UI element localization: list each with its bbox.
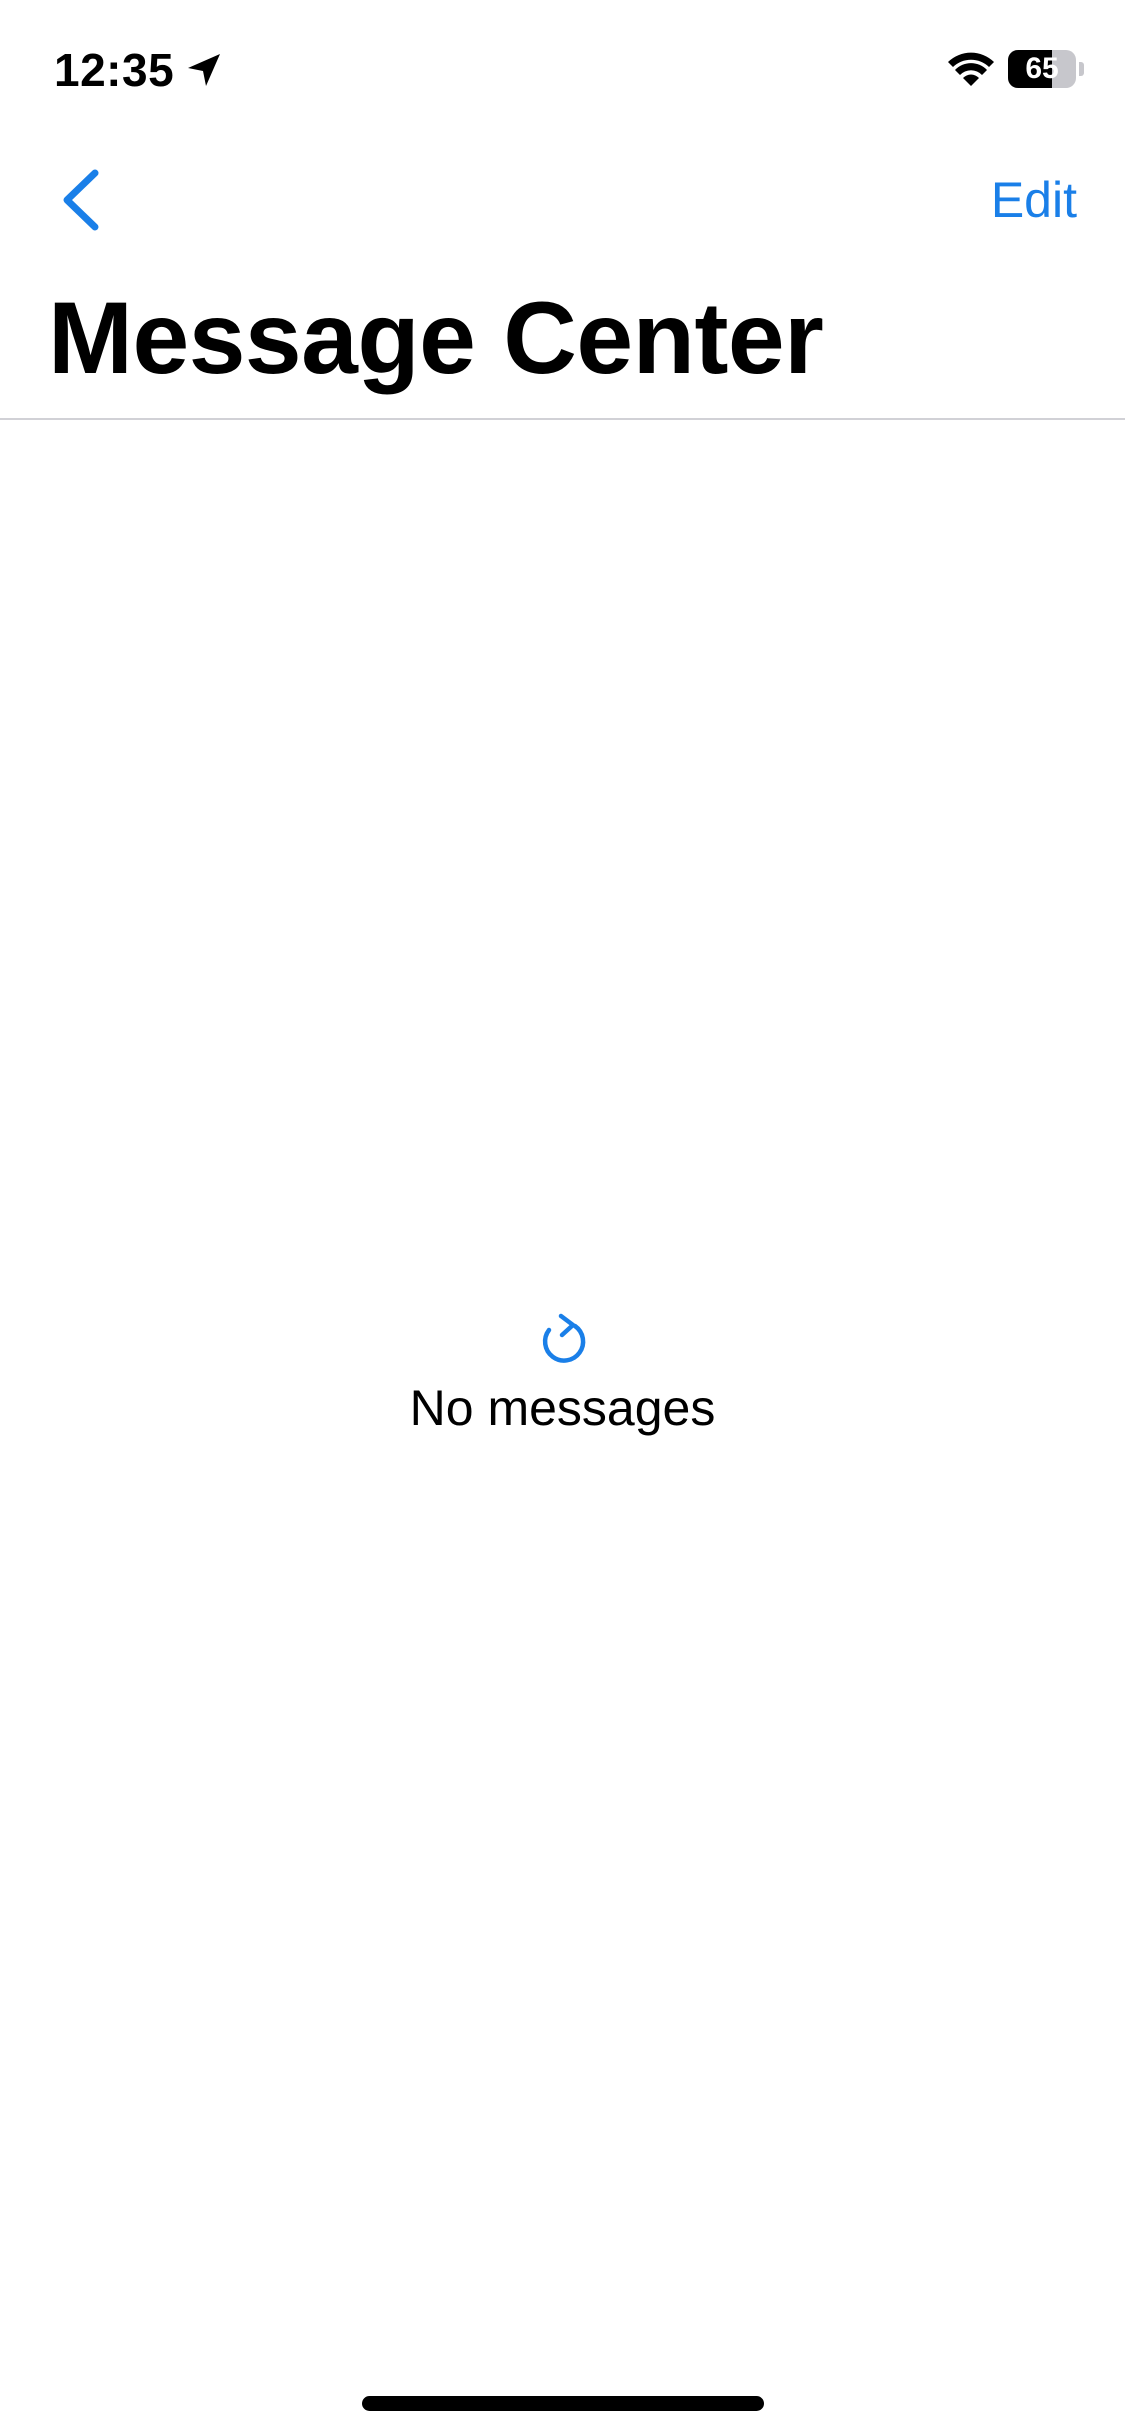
wifi-icon	[948, 52, 994, 86]
empty-state: No messages	[0, 1310, 1125, 1440]
battery-indicator: 65	[1008, 50, 1084, 88]
refresh-icon[interactable]	[535, 1310, 591, 1370]
chevron-left-icon	[63, 169, 99, 231]
screen: 12:35 65 Edit Message Center No messages	[0, 0, 1125, 2436]
battery-level: 65	[1025, 52, 1059, 85]
status-bar: 12:35 65	[0, 0, 1125, 140]
nav-bar: Edit	[0, 150, 1125, 250]
back-button[interactable]	[40, 160, 120, 240]
battery-body: 65	[1008, 50, 1076, 88]
page-title: Message Center	[48, 281, 824, 395]
battery-cap	[1079, 62, 1084, 76]
empty-state-text: No messages	[409, 1380, 716, 1436]
status-time: 12:35	[54, 44, 175, 96]
header-divider	[0, 418, 1125, 420]
home-indicator[interactable]	[362, 2396, 764, 2411]
edit-button[interactable]: Edit	[991, 168, 1077, 232]
location-arrow-icon	[188, 54, 220, 86]
